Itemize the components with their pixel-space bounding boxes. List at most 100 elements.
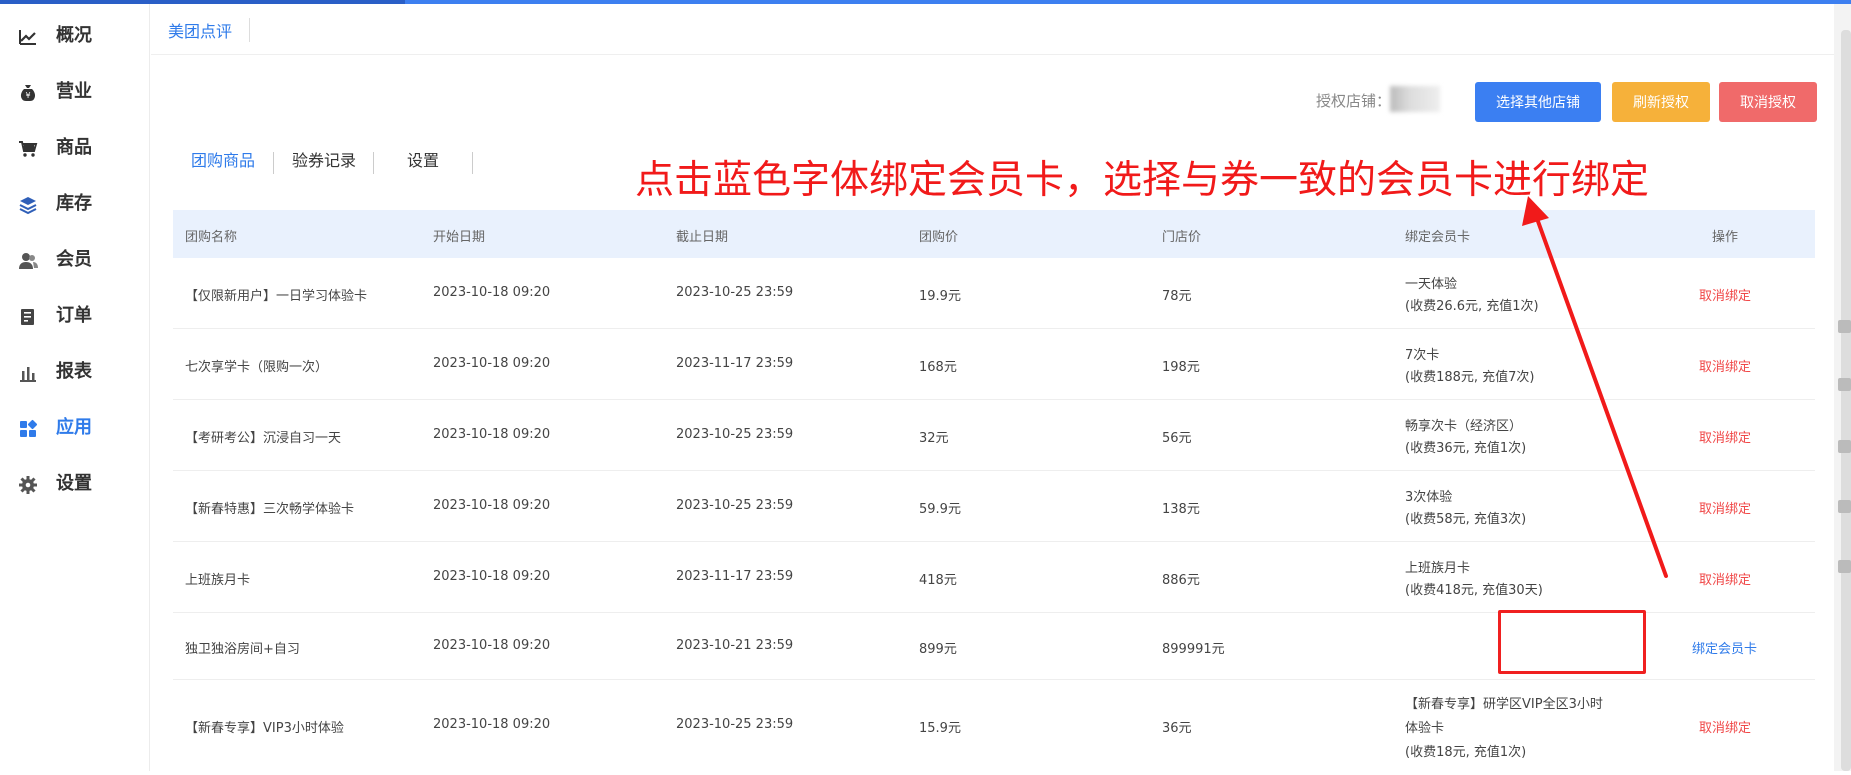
tab-divider: [472, 152, 473, 174]
sidebar-item-settings[interactable]: 设置: [0, 456, 150, 512]
header-divider: [151, 54, 1851, 55]
sidebar-item-label: 订单: [56, 305, 92, 326]
cell-card-title: 一天体验: [1405, 277, 1458, 292]
cell-card-title: 畅享次卡（经济区）: [1405, 419, 1523, 434]
cell-name: 七次享学卡（限购一次）: [185, 360, 329, 375]
sidebar-item-label: 应用: [56, 417, 92, 438]
sidebar: 概况 ¥ 营业 商品 库存 会员 订单 报表 应用 设置: [0, 4, 150, 771]
tab-settings[interactable]: 设置: [407, 150, 439, 172]
sidebar-item-business[interactable]: ¥ 营业: [0, 64, 150, 120]
cell-name: 独卫独浴房间+自习: [185, 642, 300, 657]
cell-price: 59.9元: [919, 502, 961, 517]
edge-tool-icon[interactable]: [1838, 500, 1851, 513]
masked-store-name: [1390, 86, 1440, 112]
cell-name: 【新春专享】VIP3小时体验: [185, 721, 344, 736]
bar-chart-icon: [20, 367, 36, 382]
cell-card-detail: (收费26.6元, 充值1次): [1405, 299, 1539, 314]
edge-tool-icon[interactable]: [1838, 440, 1851, 453]
tab-divider: [373, 152, 374, 174]
cell-card-detail: (收费18元, 充值1次): [1405, 745, 1527, 760]
cell-store-price: 138元: [1162, 502, 1200, 517]
layers-icon: [19, 197, 37, 215]
tab-divider: [273, 152, 274, 174]
cell-price: 15.9元: [919, 721, 961, 736]
annotation-highlight-box: [1498, 610, 1646, 674]
bind-member-card-link[interactable]: 绑定会员卡: [1692, 638, 1757, 657]
money-bag-icon: ¥: [20, 85, 36, 101]
table-header: 团购名称 开始日期 截止日期 团购价 门店价 绑定会员卡 操作: [173, 210, 1815, 258]
sidebar-item-label: 库存: [56, 193, 92, 214]
sidebar-item-apps[interactable]: 应用: [0, 400, 150, 456]
cell-card-title: 3次体验: [1405, 490, 1453, 505]
sidebar-item-label: 商品: [56, 137, 92, 158]
breadcrumb-divider: [249, 18, 250, 42]
cell-name: 上班族月卡: [185, 573, 251, 588]
column-header-store-price: 门店价: [1162, 230, 1202, 245]
breadcrumb[interactable]: 美团点评: [168, 18, 232, 42]
cell-start: 2023-10-18 09:20: [433, 498, 551, 513]
column-header-end: 截止日期: [676, 230, 729, 245]
users-icon: [19, 253, 38, 269]
cell-start: 2023-10-18 09:20: [433, 717, 551, 732]
cell-card-detail: (收费58元, 充值3次): [1405, 512, 1527, 527]
cart-icon: [19, 141, 38, 157]
cell-end: 2023-10-25 23:59: [676, 427, 794, 442]
cell-card-title: 【新春专享】研学区VIP全区3小时: [1405, 697, 1603, 712]
sidebar-item-products[interactable]: 商品: [0, 120, 150, 176]
scrollbar-thumb[interactable]: [1841, 30, 1851, 771]
sidebar-item-label: 营业: [56, 81, 92, 102]
sidebar-item-inventory[interactable]: 库存: [0, 176, 150, 232]
cell-card-detail: (收费36元, 充值1次): [1405, 441, 1527, 456]
sidebar-item-orders[interactable]: 订单: [0, 288, 150, 344]
sidebar-item-label: 概况: [56, 25, 92, 46]
cancel-auth-button[interactable]: 取消授权: [1719, 82, 1817, 122]
cell-start: 2023-10-18 09:20: [433, 356, 551, 371]
cell-start: 2023-10-18 09:20: [433, 427, 551, 442]
order-icon: [21, 309, 34, 325]
authorized-store-label: 授权店铺：: [1316, 92, 1392, 110]
unbind-card-link[interactable]: 取消绑定: [1699, 285, 1751, 304]
sidebar-item-overview[interactable]: 概况: [0, 8, 150, 64]
sidebar-item-label: 报表: [56, 361, 92, 382]
svg-text:¥: ¥: [25, 91, 30, 100]
cell-start: 2023-10-18 09:20: [433, 285, 551, 300]
refresh-auth-button[interactable]: 刷新授权: [1612, 82, 1710, 122]
cell-store-price: 78元: [1162, 289, 1192, 304]
edge-tool-icon[interactable]: [1838, 378, 1851, 391]
apps-icon: [20, 419, 38, 437]
cell-price: 168元: [919, 360, 957, 375]
unbind-card-link[interactable]: 取消绑定: [1699, 498, 1751, 517]
edge-tool-icon[interactable]: [1838, 320, 1851, 333]
unbind-card-link[interactable]: 取消绑定: [1699, 569, 1751, 588]
cell-end: 2023-10-25 23:59: [676, 498, 794, 513]
cell-store-price: 198元: [1162, 360, 1200, 375]
cell-store-price: 886元: [1162, 573, 1200, 588]
cell-start: 2023-10-18 09:20: [433, 569, 551, 584]
cell-store-price: 36元: [1162, 721, 1192, 736]
select-other-store-button[interactable]: 选择其他店铺: [1475, 82, 1601, 122]
cell-card-detail: (收费418元, 充值30天): [1405, 583, 1543, 598]
table-row: 【仅限新用户】一日学习体验卡 2023-10-18 09:20 2023-10-…: [173, 258, 1815, 329]
sidebar-item-reports[interactable]: 报表: [0, 344, 150, 400]
cell-name: 【仅限新用户】一日学习体验卡: [185, 289, 368, 304]
sidebar-item-label: 设置: [56, 473, 92, 494]
tab-groupbuy-products[interactable]: 团购商品: [191, 150, 255, 172]
cell-store-price: 56元: [1162, 431, 1192, 446]
column-header-bound-card: 绑定会员卡: [1405, 230, 1471, 245]
edge-tool-icon[interactable]: [1838, 560, 1851, 573]
cell-price: 899元: [919, 642, 957, 657]
gear-icon: [19, 476, 37, 494]
unbind-card-link[interactable]: 取消绑定: [1699, 427, 1751, 446]
tab-redeem-records[interactable]: 验券记录: [292, 150, 356, 172]
table-row: 【新春特惠】三次畅学体验卡 2023-10-18 09:20 2023-10-2…: [173, 471, 1815, 542]
cell-end: 2023-11-17 23:59: [676, 356, 794, 371]
sidebar-item-members[interactable]: 会员: [0, 232, 150, 288]
cell-end: 2023-10-21 23:59: [676, 638, 794, 653]
cell-card-title: 上班族月卡: [1405, 561, 1471, 576]
unbind-card-link[interactable]: 取消绑定: [1699, 717, 1751, 736]
column-header-action: 操作: [1712, 230, 1739, 245]
unbind-card-link[interactable]: 取消绑定: [1699, 356, 1751, 375]
cell-price: 19.9元: [919, 289, 961, 304]
cell-card-detail: (收费188元, 充值7次): [1405, 370, 1535, 385]
cell-name: 【新春特惠】三次畅学体验卡: [185, 502, 355, 517]
